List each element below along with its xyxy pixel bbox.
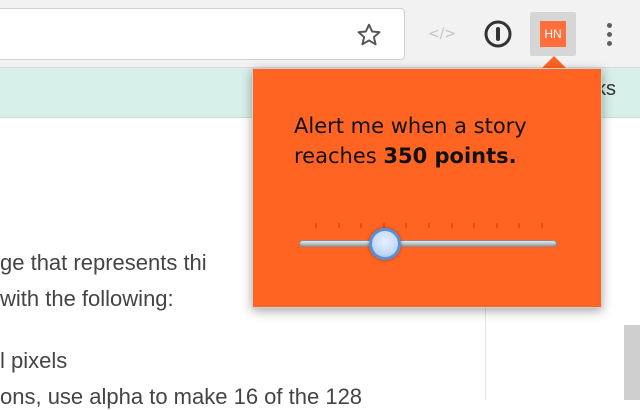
popup-caret xyxy=(542,56,566,68)
slider-ticks xyxy=(299,223,557,229)
slider-tick xyxy=(496,223,498,228)
slider-tick xyxy=(541,223,543,228)
slider-tick xyxy=(405,223,407,228)
slider-tick xyxy=(518,223,520,228)
menu-icon[interactable] xyxy=(596,18,622,50)
menu-dot xyxy=(606,22,612,28)
slider-tick xyxy=(428,223,430,228)
slider-tick xyxy=(473,223,475,228)
alert-popup: Alert me when a story reaches 350 points… xyxy=(252,68,602,308)
content-line: with the following: xyxy=(0,286,174,311)
slider-tick xyxy=(338,223,340,228)
scrollbar[interactable] xyxy=(624,325,640,400)
slider-track[interactable] xyxy=(299,240,557,247)
points-suffix: points. xyxy=(427,144,517,168)
slider-tick xyxy=(315,223,317,228)
code-icon[interactable]: </> xyxy=(422,18,462,50)
slider-thumb[interactable] xyxy=(369,228,401,260)
points-slider[interactable] xyxy=(299,219,557,269)
slider-tick xyxy=(451,223,453,228)
password-icon[interactable] xyxy=(482,18,514,50)
code-icon-text: </> xyxy=(427,26,457,42)
slider-tick xyxy=(360,223,362,228)
address-bar[interactable] xyxy=(0,8,405,60)
hn-extension-button[interactable]: HN xyxy=(530,12,576,56)
alert-message: Alert me when a story reaches 350 points… xyxy=(294,111,554,171)
hn-logo-text: HN xyxy=(544,27,562,41)
star-icon[interactable] xyxy=(353,19,385,51)
menu-dot xyxy=(606,31,612,37)
points-value: 350 xyxy=(383,144,428,168)
menu-dot xyxy=(606,40,612,46)
hn-extension-icon: HN xyxy=(540,21,566,47)
content-line: l pixels xyxy=(0,348,68,373)
content-line: ge that represents thi xyxy=(0,250,207,275)
content-line: ons, use alpha to make 16 of the 128 xyxy=(0,384,363,409)
